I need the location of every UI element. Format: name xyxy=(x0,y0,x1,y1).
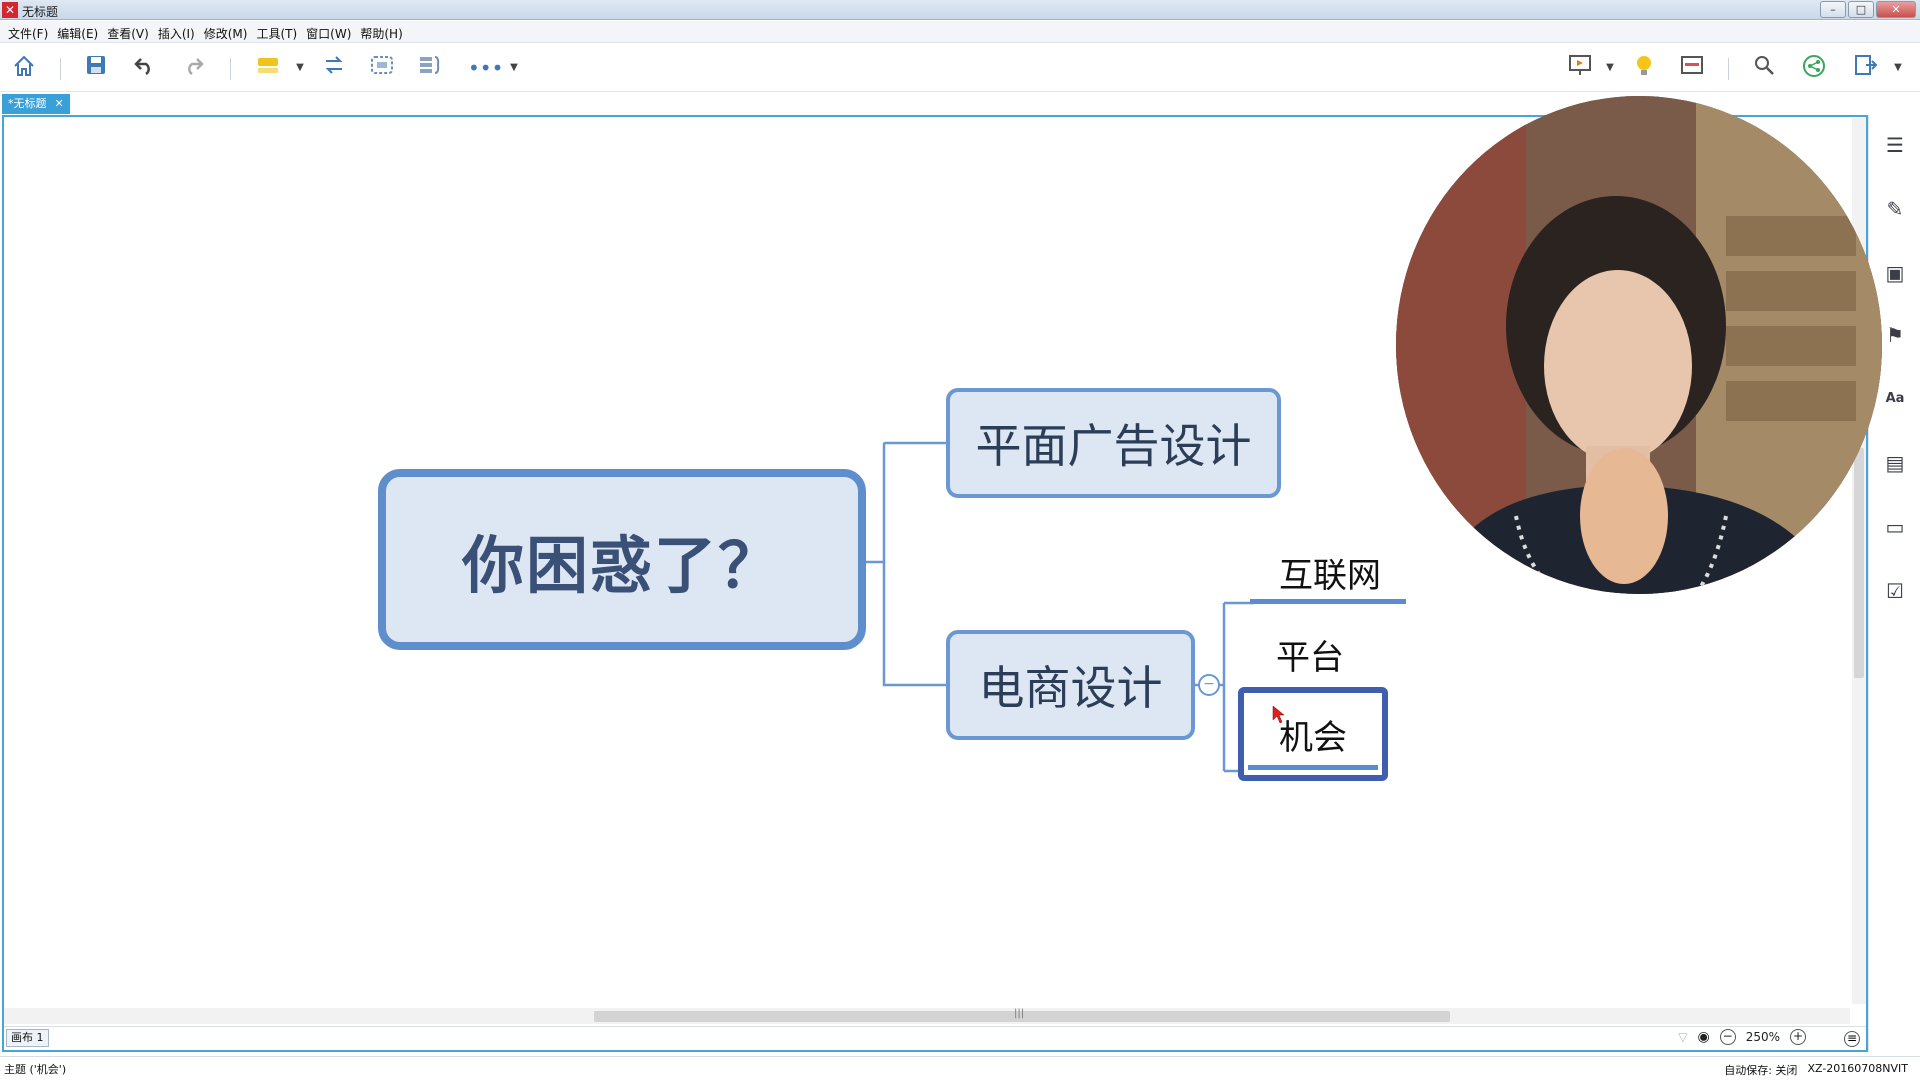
flag-icon[interactable]: ⚑ xyxy=(1883,323,1907,347)
scroll-grip-icon: ||| xyxy=(1014,1008,1025,1019)
menu-modify[interactable]: 修改(M) xyxy=(202,21,255,42)
cursor-icon xyxy=(1272,705,1285,724)
chevron-down-icon[interactable]: ▼ xyxy=(1892,54,1904,82)
menu-window[interactable]: 窗口(W) xyxy=(304,21,358,42)
subtopic-platform[interactable]: 平台 xyxy=(1264,629,1356,679)
subtopic-underline xyxy=(1250,599,1406,604)
app-logo-icon: ✕ xyxy=(2,2,18,18)
chevron-down-icon[interactable]: ▼ xyxy=(508,54,520,82)
status-bar: 主题 ('机会') 自动保存: 关闭 XZ-20160708NVIT xyxy=(0,1056,1920,1080)
tab-untitled[interactable]: *无标题 ✕ xyxy=(2,94,70,114)
toolbar-separator xyxy=(60,58,61,80)
lightbulb-icon[interactable] xyxy=(1630,54,1658,82)
menu-help[interactable]: 帮助(H) xyxy=(358,21,409,42)
menu-bar: 文件(F) 编辑(E) 查看(V) 插入(I) 修改(M) 工具(T) 窗口(W… xyxy=(0,21,1920,43)
chevron-down-icon[interactable]: ▼ xyxy=(1604,54,1616,82)
vertical-scroll-thumb[interactable] xyxy=(1854,448,1864,678)
presenter-video-icon xyxy=(1396,96,1882,594)
maximize-button[interactable]: □ xyxy=(1848,1,1874,18)
boundary-icon[interactable] xyxy=(368,54,396,82)
share-icon[interactable] xyxy=(1800,54,1828,82)
fit-icon[interactable]: ≡ xyxy=(1844,1031,1860,1047)
sheet-tab[interactable]: 画布 1 xyxy=(6,1029,49,1047)
close-button[interactable]: ✕ xyxy=(1876,1,1916,18)
chevron-down-icon[interactable]: ▼ xyxy=(294,54,306,82)
status-right: 自动保存: 关闭 XZ-20160708NVIT xyxy=(1724,1062,1908,1078)
central-topic[interactable]: 你困惑了？ xyxy=(378,469,866,650)
zoom-out-button[interactable]: − xyxy=(1719,1029,1736,1045)
zoom-in-button[interactable]: + xyxy=(1790,1029,1806,1045)
more-icon[interactable]: ••• xyxy=(468,54,503,82)
user-name: XZ-20160708NVIT xyxy=(1807,1062,1908,1075)
search-icon[interactable] xyxy=(1750,54,1778,82)
title-bar: ✕ 无标题 – □ ✕ xyxy=(0,0,1920,20)
export-icon[interactable] xyxy=(1852,54,1880,82)
menu-file[interactable]: 文件(F) xyxy=(6,21,55,42)
collapse-toggle[interactable]: − xyxy=(1198,674,1220,696)
menu-edit[interactable]: 编辑(E) xyxy=(55,21,105,42)
right-panel: ☰ ✎ ▣ ⚑ Aa ▤ ▭ ☑ xyxy=(1868,115,1920,1052)
layout-icon[interactable] xyxy=(1678,54,1706,82)
toolbar-separator xyxy=(230,58,231,80)
image-icon[interactable]: ▣ xyxy=(1883,261,1907,285)
topic-ecommerce-design[interactable]: 电商设计 xyxy=(946,630,1195,740)
swap-icon[interactable] xyxy=(320,54,348,82)
webcam-overlay xyxy=(1396,96,1882,594)
undo-icon[interactable] xyxy=(130,54,158,82)
zoom-controls: ▽ ◉ − 250% + xyxy=(1678,1029,1806,1045)
topic-icon[interactable] xyxy=(254,54,282,82)
window-controls: – □ ✕ xyxy=(1820,1,1916,18)
close-icon[interactable]: ✕ xyxy=(55,94,64,114)
menu-tools[interactable]: 工具(T) xyxy=(254,21,304,42)
subtopic-internet[interactable]: 互联网 xyxy=(1264,547,1396,597)
subtopic-underline xyxy=(1248,765,1378,770)
notes-icon[interactable]: ▤ xyxy=(1883,451,1907,475)
text-style-icon[interactable]: Aa xyxy=(1883,387,1907,411)
eye-icon[interactable]: ◉ xyxy=(1697,1029,1709,1045)
task-icon[interactable]: ☑ xyxy=(1883,579,1907,603)
filter-icon[interactable]: ▽ xyxy=(1678,1030,1687,1044)
status-topic: 主题 ('机会') xyxy=(4,1063,67,1076)
window-title: 无标题 xyxy=(22,5,59,19)
menu-view[interactable]: 查看(V) xyxy=(105,21,156,42)
summary-icon[interactable] xyxy=(416,54,444,82)
toolbar-separator xyxy=(1728,58,1729,80)
comment-icon[interactable]: ▭ xyxy=(1883,515,1907,539)
horizontal-scroll-thumb[interactable]: ||| xyxy=(594,1008,1450,1022)
toolbar: ▼ ••• ▼ ▼ ▼ xyxy=(0,44,1920,92)
canvas-footer: 画布 1 ▽ ◉ − 250% + ≡ xyxy=(4,1026,1866,1050)
autosave-status[interactable]: 自动保存: 关闭 xyxy=(1724,1062,1797,1078)
outline-icon[interactable]: ☰ xyxy=(1883,133,1907,157)
redo-icon[interactable] xyxy=(180,54,208,82)
save-icon[interactable] xyxy=(82,54,110,82)
tab-label: *无标题 xyxy=(8,97,47,110)
topic-graphic-ad-design[interactable]: 平面广告设计 xyxy=(946,388,1281,498)
minimize-button[interactable]: – xyxy=(1820,1,1846,18)
format-icon[interactable]: ✎ xyxy=(1883,197,1907,221)
menu-insert[interactable]: 插入(I) xyxy=(156,21,202,42)
presentation-icon[interactable] xyxy=(1566,54,1594,82)
zoom-level: 250% xyxy=(1745,1030,1780,1044)
horizontal-scrollbar[interactable]: ||| xyxy=(4,1008,1850,1024)
home-icon[interactable] xyxy=(10,54,38,82)
